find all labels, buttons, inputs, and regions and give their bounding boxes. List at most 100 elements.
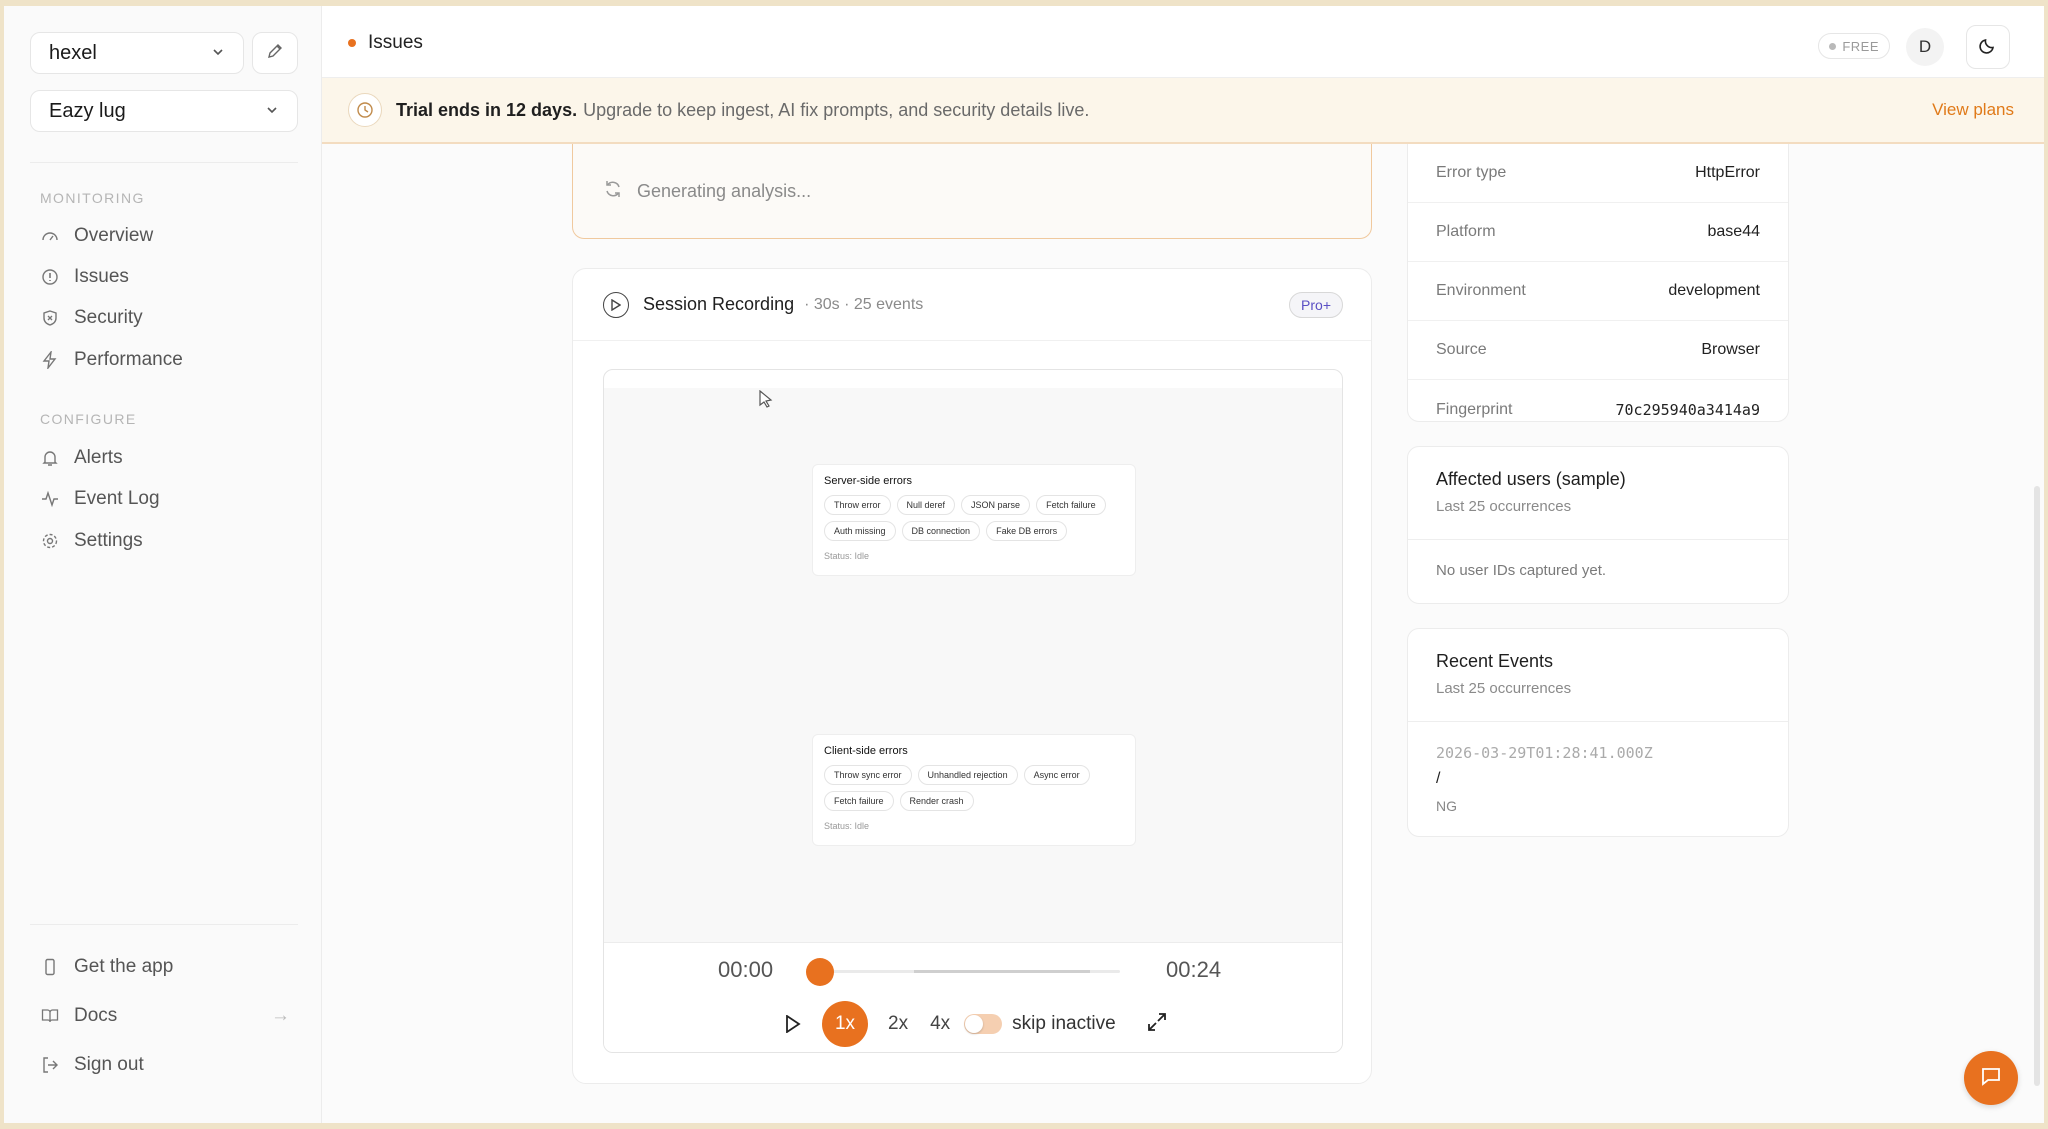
speed-4x-button[interactable]: 4x (930, 1013, 950, 1035)
detail-row-source: Source Browser (1408, 321, 1788, 380)
sidebar-item-settings[interactable]: Settings (30, 523, 298, 559)
fullscreen-button[interactable] (1146, 1011, 1168, 1038)
edit-workspace-button[interactable] (252, 32, 298, 74)
avatar[interactable]: D (1906, 28, 1944, 66)
seek-handle[interactable] (806, 958, 834, 986)
sidebar-item-get-app[interactable]: Get the app (30, 949, 298, 985)
detail-key: Source (1436, 341, 1487, 358)
sidebar-item-security[interactable]: Security (30, 300, 298, 336)
workspace-select[interactable]: hexel (30, 32, 244, 74)
chip: Unhandled rejection (917, 765, 1018, 785)
detail-row-error-type: Error type HttpError (1408, 144, 1788, 203)
sidebar-item-label: Event Log (74, 488, 160, 509)
sidebar-divider (30, 924, 298, 925)
status-dot-icon (348, 39, 356, 47)
panel-status: Status: Idle (824, 821, 870, 831)
sidebar-item-overview[interactable]: Overview (30, 218, 298, 254)
view-plans-link[interactable]: View plans (1932, 100, 2014, 120)
chat-button[interactable] (1964, 1051, 2018, 1105)
mouse-cursor-icon (758, 389, 774, 413)
project-select[interactable]: Eazy lug (30, 90, 298, 132)
event-timestamp: 2026-03-29T01:28:41.000Z (1436, 744, 1653, 762)
detail-value: development (1668, 282, 1760, 299)
chip: Render crash (899, 791, 974, 811)
play-button[interactable] (778, 1009, 808, 1039)
chevron-down-icon (211, 42, 225, 65)
analysis-status: Generating analysis... (637, 180, 812, 201)
detail-row-fingerprint: Fingerprint 70c295940a3414a9 (1408, 380, 1788, 439)
plan-label: FREE (1842, 38, 1879, 54)
sidebar-item-label: Docs (74, 1005, 118, 1026)
panel-status: Status: Idle (824, 551, 870, 561)
arrow-right-icon: → (271, 1005, 290, 1026)
trial-days-text: Trial ends in 12 days. (396, 99, 578, 120)
issue-details-card: Error type HttpError Platform base44 Env… (1407, 144, 1789, 422)
sidebar-item-label: Security (74, 307, 143, 328)
page-scrollbar[interactable] (2034, 486, 2040, 1086)
theme-toggle-button[interactable] (1966, 25, 2010, 69)
panel-title: Server-side errors (824, 475, 913, 487)
speed-2x-button[interactable]: 2x (888, 1013, 908, 1035)
event-location: NG (1436, 798, 1457, 814)
sidebar-item-docs[interactable]: Docs → (30, 998, 298, 1034)
gauge-icon (40, 226, 60, 246)
toggle-knob (965, 1015, 984, 1033)
chip: Fake DB errors (986, 521, 1068, 541)
chip: Null deref (896, 495, 956, 515)
player-controls: 00:00 00:24 1x 2x 4x skip inactive (604, 942, 1342, 1052)
moon-icon (1978, 35, 1998, 60)
sidebar-item-event-log[interactable]: Event Log (30, 481, 298, 517)
zap-icon (40, 350, 60, 370)
expand-icon (1147, 1012, 1166, 1031)
detail-key: Fingerprint (1436, 400, 1513, 418)
sidebar-item-issues[interactable]: Issues (30, 259, 298, 295)
card-subtitle: Last 25 occurrences (1436, 498, 1572, 515)
sidebar-item-label: Alerts (74, 447, 123, 468)
detail-value[interactable]: 70c295940a3414a9 (1616, 401, 1761, 419)
detail-key: Error type (1436, 164, 1507, 181)
card-title: Recent Events (1436, 651, 1554, 671)
session-meta: · 30s · 25 events (804, 295, 924, 313)
replay-player: Server-side errors Throw error Null dere… (603, 369, 1343, 1053)
sidebar-item-performance[interactable]: Performance (30, 342, 298, 378)
plan-dot-icon (1829, 42, 1837, 50)
sidebar-item-alerts[interactable]: Alerts (30, 440, 298, 476)
top-bar: Issues FREE D (322, 6, 2044, 78)
replay-viewport[interactable]: Server-side errors Throw error Null dere… (604, 388, 1342, 942)
sidebar-item-label: Performance (74, 349, 183, 370)
play-icon (786, 1015, 801, 1033)
section-label-configure: CONFIGURE (40, 411, 137, 427)
card-header: Affected users (sample) Last 25 occurren… (1408, 447, 1788, 540)
project-name: Eazy lug (49, 99, 126, 122)
session-title: Session Recording (643, 294, 795, 314)
sidebar-item-sign-out[interactable]: Sign out (30, 1047, 298, 1083)
sidebar-item-label: Settings (74, 530, 143, 551)
gear-icon (40, 531, 60, 551)
sidebar-item-label: Issues (74, 266, 129, 287)
event-item[interactable]: 2026-03-29T01:28:41.000Z / NG (1408, 722, 1788, 836)
chip: Fetch failure (824, 791, 894, 811)
seek-bar[interactable] (820, 970, 1120, 973)
page-title: Issues (368, 32, 423, 53)
pencil-icon (266, 42, 284, 65)
workspace-name: hexel (49, 41, 97, 64)
play-circle-icon (603, 291, 629, 318)
chat-icon (1980, 1065, 2002, 1092)
sidebar-item-label: Sign out (74, 1054, 144, 1075)
detail-value: HttpError (1695, 164, 1760, 181)
app-window: hexel Eazy lug MONITORING Overview Issue… (0, 6, 2048, 1129)
session-recording-card: Session Recording · 30s · 25 events Pro+… (572, 268, 1372, 1084)
activity-icon (40, 489, 60, 509)
speed-1x-button[interactable]: 1x (822, 1001, 868, 1047)
skip-inactive-toggle[interactable] (964, 1014, 1003, 1034)
detail-row-environment: Environment development (1408, 262, 1788, 321)
sidebar-item-label: Overview (74, 225, 154, 246)
detail-row-platform: Platform base44 (1408, 203, 1788, 262)
detail-key: Environment (1436, 282, 1526, 299)
session-header: Session Recording · 30s · 25 events Pro+ (573, 269, 1371, 341)
avatar-initial: D (1918, 37, 1932, 56)
detail-value: base44 (1707, 223, 1761, 240)
pro-plus-badge: Pro+ (1289, 292, 1343, 318)
sidebar-divider (30, 162, 298, 163)
skip-inactive-label: skip inactive (1012, 1013, 1116, 1034)
